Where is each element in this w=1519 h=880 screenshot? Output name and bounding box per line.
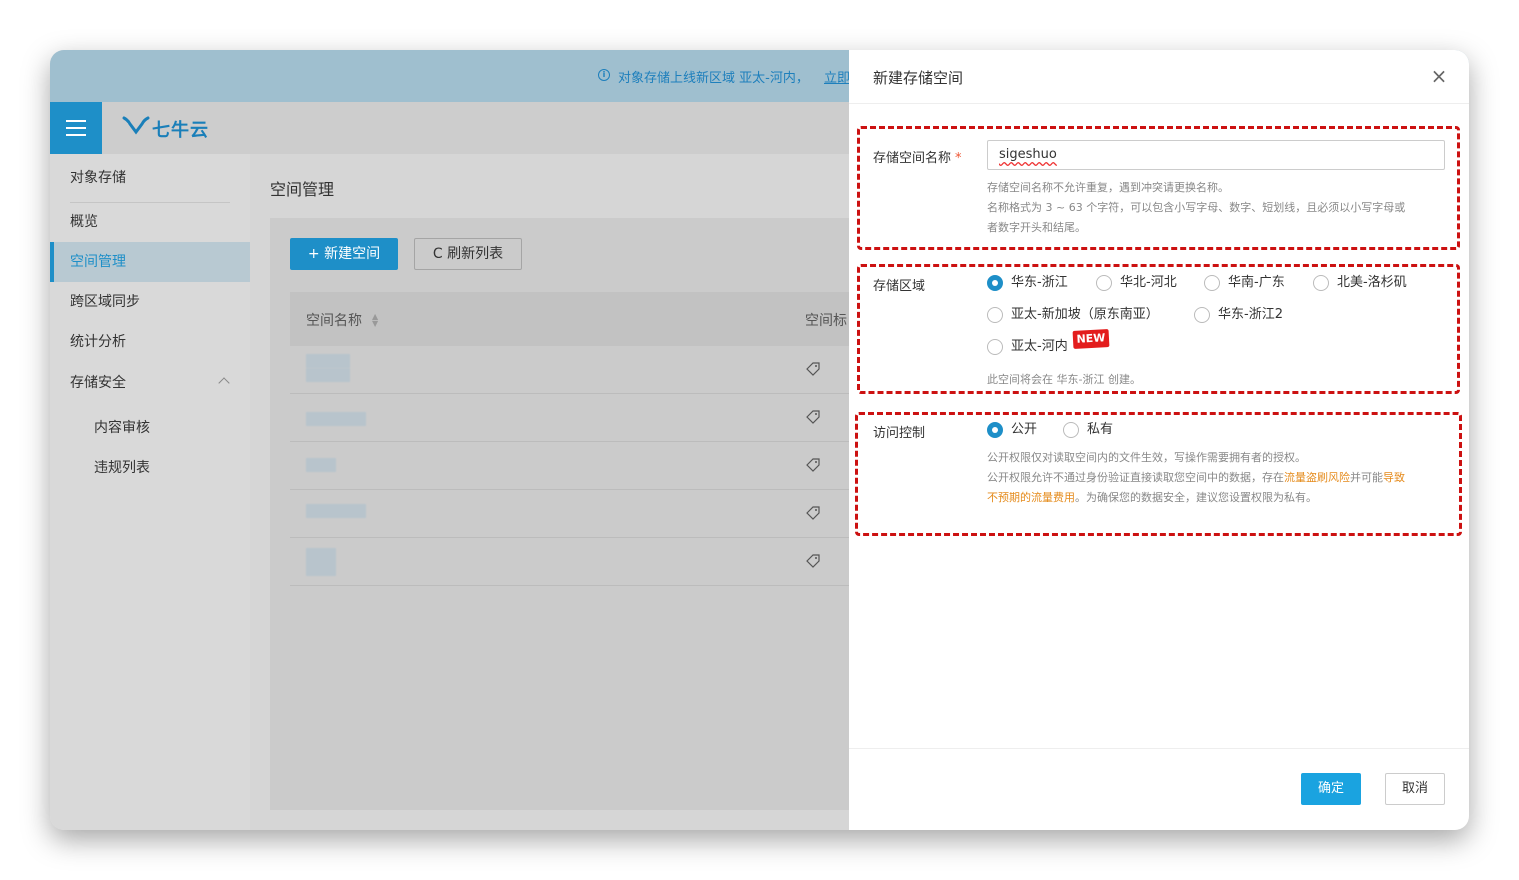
access-radio-private[interactable]: 私有 [1063, 420, 1113, 440]
banner-link[interactable]: 立即 [824, 67, 850, 86]
required-star: * [955, 151, 962, 166]
blurred-bucket-name [306, 354, 350, 368]
info-icon: i [598, 69, 610, 81]
bucket-name-label-text: 存储空间名称 [873, 151, 952, 166]
cancel-button[interactable]: 取消 [1385, 773, 1445, 805]
sidebar-item-statistics[interactable]: 统计分析 [50, 322, 250, 362]
access-control-label: 访问控制 [873, 426, 926, 441]
logo-text: 七牛云 [152, 120, 209, 141]
region-radio-na-los-angeles[interactable]: 北美-洛杉矶 [1313, 273, 1407, 293]
sidebar-item-violation-list[interactable]: 违规列表 [50, 448, 250, 488]
bucket-name-label: 存储空间名称 * [873, 147, 962, 166]
radio-label: 亚太-河内 [1011, 339, 1068, 354]
menu-bar-icon [66, 120, 86, 122]
banner-text: 对象存储上线新区域 亚太-河内， [618, 71, 809, 86]
column-header-tag: 空间标 [805, 313, 847, 329]
hint-text: 。为确保您的数据安全，建议您设置权限为私有。 [1075, 491, 1317, 504]
risk-warning-text: 导致 [1383, 471, 1405, 484]
app-window: i 对象存储上线新区域 亚太-河内， 立即 七牛云 对象存储 概览 空间管理 跨… [50, 50, 1469, 830]
hamburger-menu-button[interactable] [50, 102, 102, 154]
tag-icon[interactable] [806, 362, 820, 376]
access-hint-3: 不预期的流量费用。为确保您的数据安全，建议您设置权限为私有。 [987, 488, 1317, 508]
blurred-bucket-name [306, 368, 350, 382]
radio-label: 北美-洛杉矶 [1337, 275, 1407, 290]
radio-label: 华东-浙江 [1011, 275, 1068, 290]
page-title: 空间管理 [270, 180, 335, 199]
radio-label: 华南-广东 [1228, 275, 1285, 290]
menu-bar-icon [66, 127, 86, 129]
hint-text: 公开权限允许不通过身份验证直接读取您空间中的数据，存在 [987, 471, 1284, 484]
radio-icon [1063, 422, 1079, 438]
bucket-name-value: sigeshuo [999, 147, 1057, 162]
sidebar-item-label: 存储安全 [70, 375, 126, 391]
radio-label: 华北-河北 [1120, 275, 1177, 290]
drawer-footer: 确定 取消 [849, 748, 1469, 830]
radio-label: 亚太-新加坡（原东南亚） [1011, 307, 1159, 322]
menu-bar-icon [66, 134, 86, 136]
region-radio-south-guangdong[interactable]: 华南-广东 [1204, 273, 1285, 293]
hint-text: 并可能 [1350, 471, 1383, 484]
bucket-name-hint-1: 存储空间名称不允许重复，遇到冲突请更换名称。 [987, 181, 1229, 194]
tag-icon[interactable] [806, 458, 820, 472]
blurred-bucket-name [306, 548, 336, 576]
region-radio-ap-singapore[interactable]: 亚太-新加坡（原东南亚） [987, 305, 1159, 325]
risk-warning-text: 不预期的流量费用 [987, 491, 1075, 504]
access-hint-1: 公开权限仅对读取空间内的文件生效，写操作需要拥有者的授权。 [987, 451, 1306, 464]
region-label: 存储区域 [873, 279, 926, 294]
new-badge: NEW [1072, 329, 1110, 349]
blurred-bucket-name [306, 504, 366, 518]
radio-icon [1096, 275, 1112, 291]
blurred-bucket-name [306, 412, 366, 426]
bucket-name-hint-3: 者数字开头和结尾。 [987, 221, 1086, 234]
sidebar-item-storage-security[interactable]: 存储安全 [50, 363, 250, 403]
drawer-title: 新建存储空间 [873, 69, 964, 87]
refresh-list-button[interactable]: C 刷新列表 [414, 238, 522, 270]
access-radio-public[interactable]: 公开 [987, 420, 1037, 440]
radio-icon [1313, 275, 1329, 291]
sidebar-item-overview[interactable]: 概览 [50, 202, 250, 242]
region-note: 此空间将会在 华东-浙江 创建。 [987, 373, 1141, 386]
radio-icon [1204, 275, 1220, 291]
chevron-up-icon [218, 377, 230, 389]
radio-icon [1194, 307, 1210, 323]
sidebar: 对象存储 概览 空间管理 跨区域同步 统计分析 存储安全 内容审核 违规列表 [50, 154, 250, 830]
radio-icon [987, 339, 1003, 355]
radio-icon [987, 307, 1003, 323]
region-radio-ap-hanoi[interactable]: 亚太-河内 [987, 337, 1068, 357]
region-radio-east-zhejiang[interactable]: 华东-浙江 [987, 273, 1068, 293]
blurred-bucket-name [306, 458, 336, 472]
radio-checked-icon [987, 422, 1003, 438]
region-radio-east-zhejiang-2[interactable]: 华东-浙江2 [1194, 305, 1283, 325]
confirm-button[interactable]: 确定 [1301, 773, 1361, 805]
risk-warning-text: 流量盗刷风险 [1284, 471, 1350, 484]
bucket-name-hint-2: 名称格式为 3 ~ 63 个字符，可以包含小写字母、数字、短划线，且必须以小写字… [987, 201, 1406, 214]
sidebar-item-bucket-management[interactable]: 空间管理 [50, 242, 250, 282]
radio-label: 华东-浙江2 [1218, 307, 1283, 322]
tag-icon[interactable] [806, 506, 820, 520]
column-header-name[interactable]: 空间名称 [306, 310, 362, 330]
sidebar-item-content-review[interactable]: 内容审核 [50, 408, 250, 448]
bucket-name-input[interactable]: sigeshuo [987, 140, 1445, 170]
logo[interactable]: 七牛云 [122, 114, 212, 142]
close-icon[interactable]: × [1429, 66, 1449, 86]
drawer-header: 新建存储空间 × [849, 50, 1469, 104]
sidebar-item-cross-region-sync[interactable]: 跨区域同步 [50, 282, 250, 322]
sort-icon[interactable]: ▲ ▼ [372, 313, 380, 328]
tag-icon[interactable] [806, 554, 820, 568]
new-bucket-button[interactable]: + 新建空间 [290, 238, 398, 270]
radio-label: 公开 [1011, 422, 1038, 437]
tag-icon[interactable] [806, 410, 820, 424]
radio-label: 私有 [1087, 422, 1114, 437]
region-radio-north-hebei[interactable]: 华北-河北 [1096, 273, 1177, 293]
sidebar-item-object-storage[interactable]: 对象存储 [50, 158, 250, 198]
access-hint-2: 公开权限允许不通过身份验证直接读取您空间中的数据，存在流量盗刷风险并可能导致 [987, 468, 1405, 488]
create-bucket-drawer: 新建存储空间 × 存储空间名称 * sigeshuo 存储空间名称不允许重复，遇到… [849, 50, 1469, 830]
qiniu-logo-icon [122, 116, 150, 135]
radio-checked-icon [987, 275, 1003, 291]
